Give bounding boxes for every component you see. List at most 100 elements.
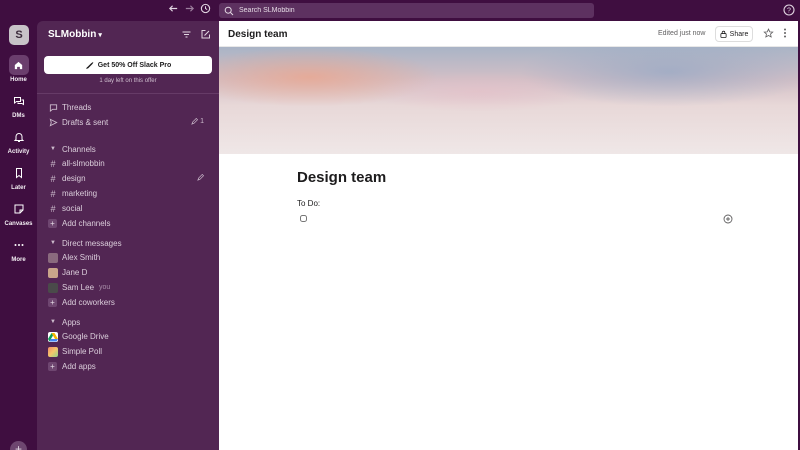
- sidebar: SLMobbin ▾ Get 50% Off Slack Pro 1 day le…: [37, 21, 219, 450]
- promo-subtext: 1 day left on this offer: [99, 78, 157, 84]
- threads-icon: [48, 103, 58, 113]
- add-channels-button[interactable]: + Add channels: [48, 217, 212, 230]
- todo-checkbox[interactable]: [300, 215, 307, 222]
- chevron-down-icon: ▾: [98, 32, 102, 39]
- dm-item[interactable]: Sam Lee you: [48, 281, 212, 294]
- channel-name: all-slmobbin: [62, 159, 105, 168]
- pencil-icon: [191, 118, 199, 125]
- add-button[interactable]: +: [10, 441, 27, 450]
- rail-item-home[interactable]: Home: [0, 55, 37, 83]
- apps-section-header[interactable]: ▼ Apps: [48, 316, 80, 328]
- back-button[interactable]: [166, 3, 181, 18]
- add-channels-label: Add channels: [62, 219, 111, 228]
- channels-section-header[interactable]: ▼ Channels: [48, 143, 96, 155]
- add-apps-label: Add apps: [62, 362, 96, 371]
- canvas-title[interactable]: Design team: [297, 169, 386, 186]
- more-options-button[interactable]: [779, 27, 791, 39]
- drafts-count: 1: [200, 118, 204, 125]
- sidebar-item-threads[interactable]: Threads: [48, 101, 212, 114]
- add-comment-icon[interactable]: [723, 214, 733, 224]
- caret-down-icon: ▼: [50, 146, 56, 152]
- app-name: Simple Poll: [62, 347, 103, 356]
- page-title: Design team: [228, 29, 288, 40]
- forward-button[interactable]: [182, 3, 197, 18]
- rail-label-activity: Activity: [7, 149, 30, 155]
- sidebar-item-label: Drafts & sent: [62, 118, 109, 127]
- search-input[interactable]: [239, 7, 539, 14]
- simple-poll-icon: [48, 346, 58, 357]
- send-icon: [48, 118, 58, 128]
- rail-label-more: More: [11, 257, 26, 263]
- dm-item[interactable]: Alex Smith: [48, 251, 212, 264]
- plus-icon: +: [48, 219, 57, 228]
- channel-name: social: [62, 204, 83, 213]
- google-drive-icon: [48, 331, 58, 342]
- sidebar-item-drafts[interactable]: Drafts & sent 1: [48, 116, 212, 129]
- rail-item-more[interactable]: More: [0, 235, 37, 263]
- rail-item-later[interactable]: Later: [0, 163, 37, 191]
- channel-item[interactable]: # social: [48, 202, 212, 215]
- avatar: [48, 282, 58, 293]
- vertical-dots-icon: [784, 28, 786, 38]
- section-label: Apps: [62, 317, 81, 327]
- more-icon: [9, 235, 29, 255]
- canvas-main: Design team Edited just now Share Design…: [219, 21, 798, 450]
- canvas-header: Design team Edited just now Share: [219, 21, 798, 47]
- channel-item[interactable]: # design: [48, 172, 212, 185]
- channel-name: marketing: [62, 189, 98, 198]
- channel-item[interactable]: # marketing: [48, 187, 212, 200]
- svg-text:?: ?: [787, 8, 791, 15]
- pencil-icon: [197, 174, 204, 181]
- app-name: Google Drive: [62, 332, 109, 341]
- rail-item-canvases[interactable]: Canvases: [0, 199, 37, 227]
- workspace-rail: S Home DMs Activity Later Canvases More: [0, 21, 37, 450]
- share-button[interactable]: Share: [715, 26, 753, 42]
- compose-icon[interactable]: [200, 29, 211, 40]
- channel-name: design: [62, 174, 86, 183]
- workspace-avatar[interactable]: S: [9, 25, 29, 45]
- arrow-left-icon: [168, 5, 178, 12]
- filter-icon[interactable]: [181, 29, 192, 40]
- avatar: [48, 252, 58, 263]
- drafts-count-badge: 1: [191, 118, 204, 125]
- channel-draft-indicator: [197, 174, 204, 181]
- rail-label-canvases: Canvases: [4, 221, 33, 227]
- bell-icon: [9, 127, 29, 147]
- top-bar: ?: [0, 0, 800, 21]
- share-label: Share: [729, 30, 749, 38]
- section-label: Channels: [62, 144, 96, 154]
- bookmark-icon: [9, 163, 29, 183]
- home-icon: [8, 55, 29, 75]
- workspace-name: SLMobbin: [48, 29, 97, 40]
- dm-section-header[interactable]: ▼ Direct messages: [48, 237, 122, 249]
- add-coworkers-label: Add coworkers: [62, 298, 115, 307]
- canvas-banner-image: [219, 47, 798, 154]
- rail-item-activity[interactable]: Activity: [0, 127, 37, 155]
- app-item[interactable]: Simple Poll: [48, 345, 212, 358]
- you-label: you: [99, 284, 111, 291]
- todo-heading[interactable]: To Do:: [297, 199, 320, 208]
- search-bar[interactable]: [219, 3, 594, 18]
- add-coworkers-button[interactable]: + Add coworkers: [48, 296, 212, 309]
- channel-item[interactable]: # all-slmobbin: [48, 157, 212, 170]
- add-apps-button[interactable]: + Add apps: [48, 360, 212, 373]
- caret-down-icon: ▼: [50, 240, 56, 246]
- upgrade-promo-button[interactable]: Get 50% Off Slack Pro: [44, 56, 212, 74]
- canvas-icon: [9, 199, 29, 219]
- sidebar-item-label: Threads: [62, 103, 92, 112]
- hash-icon: #: [50, 158, 56, 169]
- hash-icon: #: [50, 188, 56, 199]
- promo-label: Get 50% Off Slack Pro: [97, 61, 172, 69]
- banner-cloud: [369, 72, 589, 112]
- rail-item-dms[interactable]: DMs: [0, 91, 37, 119]
- dm-name: Alex Smith: [62, 253, 101, 262]
- dm-item[interactable]: Jane D: [48, 266, 212, 279]
- hash-icon: #: [50, 203, 56, 214]
- section-label: Direct messages: [62, 238, 122, 248]
- help-icon[interactable]: ?: [783, 4, 795, 16]
- star-icon[interactable]: [763, 28, 774, 39]
- history-button[interactable]: [198, 3, 213, 18]
- app-item[interactable]: Google Drive: [48, 330, 212, 343]
- caret-down-icon: ▼: [50, 319, 56, 325]
- workspace-menu[interactable]: SLMobbin ▾: [48, 29, 102, 40]
